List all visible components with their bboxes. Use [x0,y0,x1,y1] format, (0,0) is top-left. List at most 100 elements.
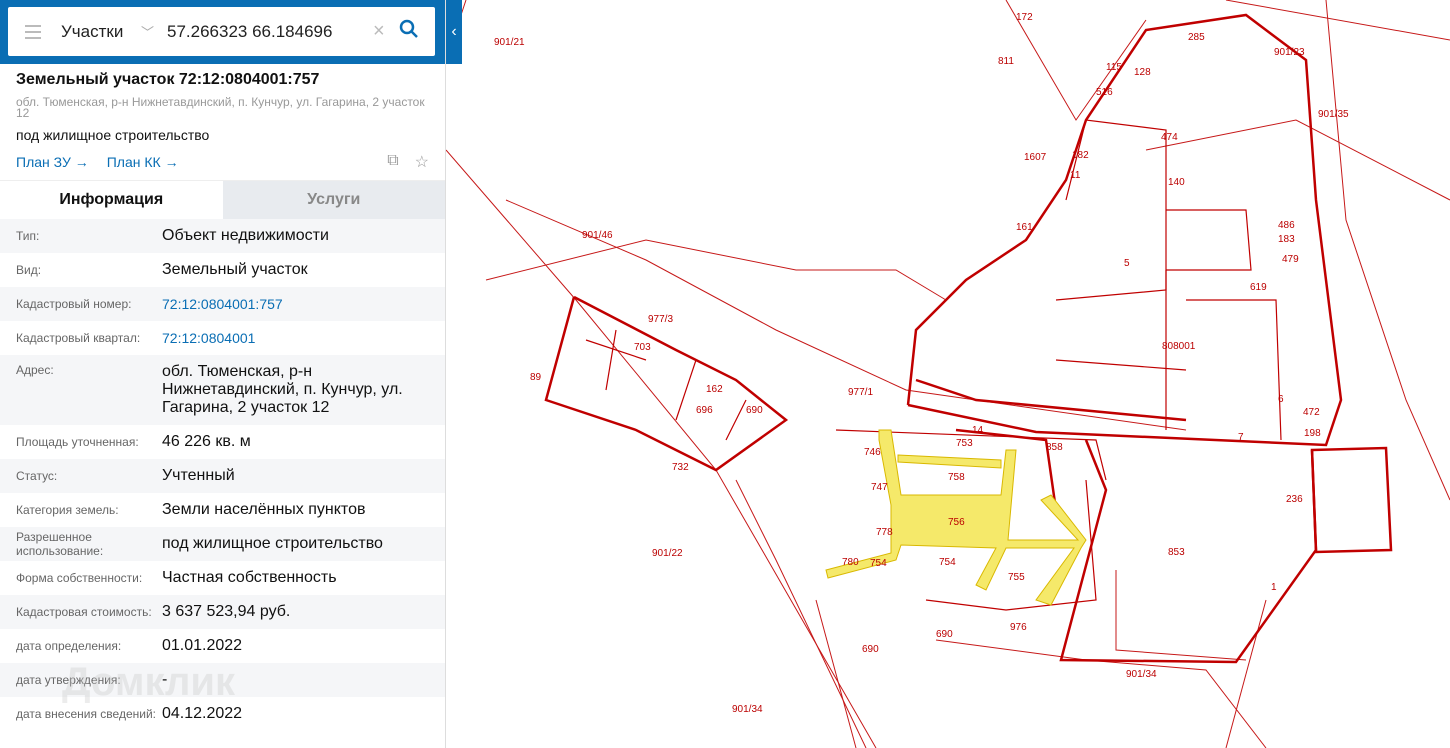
parcel-label: 236 [1286,494,1303,505]
parcel-label: 746 [864,447,881,458]
parcel-label: 703 [634,342,651,353]
parcel-label: 901/22 [652,548,683,559]
search-input[interactable]: 57.266323 66.184696 [167,22,373,42]
info-label: дата определения: [16,639,122,653]
parcel-label: 1607 [1024,152,1047,163]
info-row: Категория земель: Земли населённых пункто… [0,493,445,527]
parcel-label: 756 [948,517,965,528]
parcel-purpose: под жилищное строительство [16,127,210,143]
parcel-label: 690 [746,405,763,416]
star-icon[interactable]: ☆ [415,152,429,172]
info-value: Учтенный [162,467,235,484]
parcel-label: 285 [1188,32,1205,43]
document-search-icon[interactable]: ⧉ [387,152,398,172]
parcel-label: 115 [1106,62,1122,73]
search-box: Участки ﹀ 57.266323 66.184696 × [8,7,435,56]
info-value: Земельный участок [162,261,308,278]
info-label: Статус: [16,469,58,483]
info-row: Кадастровая стоимость: 3 637 523,94 руб. [0,595,445,629]
parcel-label: 755 [1008,572,1025,583]
info-label: Площадь уточненная: [16,435,139,449]
parcel-label: 14 [972,425,984,436]
parcel-label: 976 [1010,622,1027,633]
parcel-label: 486 [1278,220,1295,231]
tab-services[interactable]: Услуги [222,181,445,219]
info-row: дата определения: 01.01.2022 [0,629,445,663]
parcel-label: 474 [1161,132,1178,143]
cadastral-map[interactable]: 901/21 901/23 901/35 901/46 977/3 89 977/1 8080… [446,0,1450,748]
plan-zu-link[interactable]: План ЗУ → [16,154,89,170]
parcel-label: 747 [871,482,888,493]
parcel-label: 140 [1168,177,1185,188]
info-row: Статус: Учтенный [0,459,445,493]
layer-select[interactable]: Участки [61,22,141,42]
parcel-label: 754 [939,557,956,568]
clear-icon[interactable]: × [373,20,399,43]
parcel-label: 778 [876,527,893,538]
parcel-label: 472 [1303,407,1320,418]
parcel-label: 172 [1016,12,1033,23]
info-row: Форма собственности: Частная собственност… [0,561,445,595]
info-value: под жилищное строительство [162,535,383,552]
info-label: Кадастровая стоимость: [16,605,152,619]
info-value: Объект недвижимости [162,227,329,244]
parcel-label: 516 [1096,87,1113,98]
parcel-label: 858 [1046,442,1063,453]
parcel-label: 901/46 [582,230,613,241]
info-label: дата утверждения: [16,673,121,687]
info-table: Тип: Объект недвижимости Вид: Земельный уча… [0,219,445,731]
parcel-label: 901/34 [1126,669,1157,680]
info-row: Тип: Объект недвижимости [0,219,445,253]
parcel-label: 758 [948,472,965,483]
collapse-panel-button[interactable]: ‹ [446,0,462,64]
info-value[interactable]: 72:12:0804001:757 [162,295,429,313]
info-label: Кадастровый номер: [16,297,132,311]
parcel-label: 7 [1238,432,1244,443]
parcel-label: 479 [1282,254,1299,265]
parcel-label: 6 [1278,394,1284,405]
parcel-label: 5 [1124,258,1130,269]
info-label: Тип: [16,229,40,243]
parcel-address: обл. Тюменская, р-н Нижнетавдинский, п. … [16,95,425,120]
parcel-label: 753 [956,438,973,449]
info-label: Кадастровый квартал: [16,331,141,345]
parcel-label: 732 [672,462,689,473]
parcel-label: 977/3 [648,314,673,325]
info-row: Адрес: обл. Тюменская, р-н Нижнетавдински… [0,355,445,425]
info-value: - [162,671,168,688]
info-value: 04.12.2022 [162,705,243,722]
parcel-label: 690 [936,629,953,640]
info-row: Площадь уточненная: 46 226 кв. м [0,425,445,459]
plan-kk-link[interactable]: План КК → [107,154,179,170]
menu-icon[interactable] [8,24,58,39]
info-value: 01.01.2022 [162,637,243,654]
parcel-label: 128 [1134,67,1151,78]
info-row: дата внесения сведений: 04.12.2022 [0,697,445,731]
info-label: дата внесения сведений: [16,707,156,721]
parcel-label: 754 [870,558,887,569]
info-row: дата утверждения: - [0,663,445,697]
info-value: Земли населённых пунктов [162,501,366,518]
parcel-label: 696 [696,405,713,416]
info-value: 3 637 523,94 руб. [162,603,291,620]
parcel-label: 690 [862,644,879,655]
map-labels: 901/21 901/23 901/35 901/46 977/3 89 977/1 8080… [494,12,1349,715]
parcel-label: 901/34 [732,704,763,715]
parcel-label: 780 [842,557,859,568]
parcel-title: Земельный участок 72:12:0804001:757 [16,71,320,88]
info-label: Вид: [16,263,42,277]
search-icon[interactable] [399,19,435,44]
info-panel: Участки ﹀ 57.266323 66.184696 × Земельны… [0,0,446,748]
parcel-label: 11 [1070,170,1081,181]
parcel-label: 901/21 [494,37,525,48]
info-label: Адрес: [16,363,54,377]
parcel-label: 901/23 [1274,47,1305,58]
info-row: Кадастровый квартал: 72:12:0804001 [0,321,445,355]
tab-info[interactable]: Информация [0,181,223,219]
parcel-label: 183 [1278,234,1295,245]
info-row: Вид: Земельный участок [0,253,445,287]
chevron-down-icon[interactable]: ﹀ [141,22,167,41]
parcel-label: 162 [706,384,723,395]
parcel-label: 901/35 [1318,109,1349,120]
info-value[interactable]: 72:12:0804001 [162,329,429,347]
